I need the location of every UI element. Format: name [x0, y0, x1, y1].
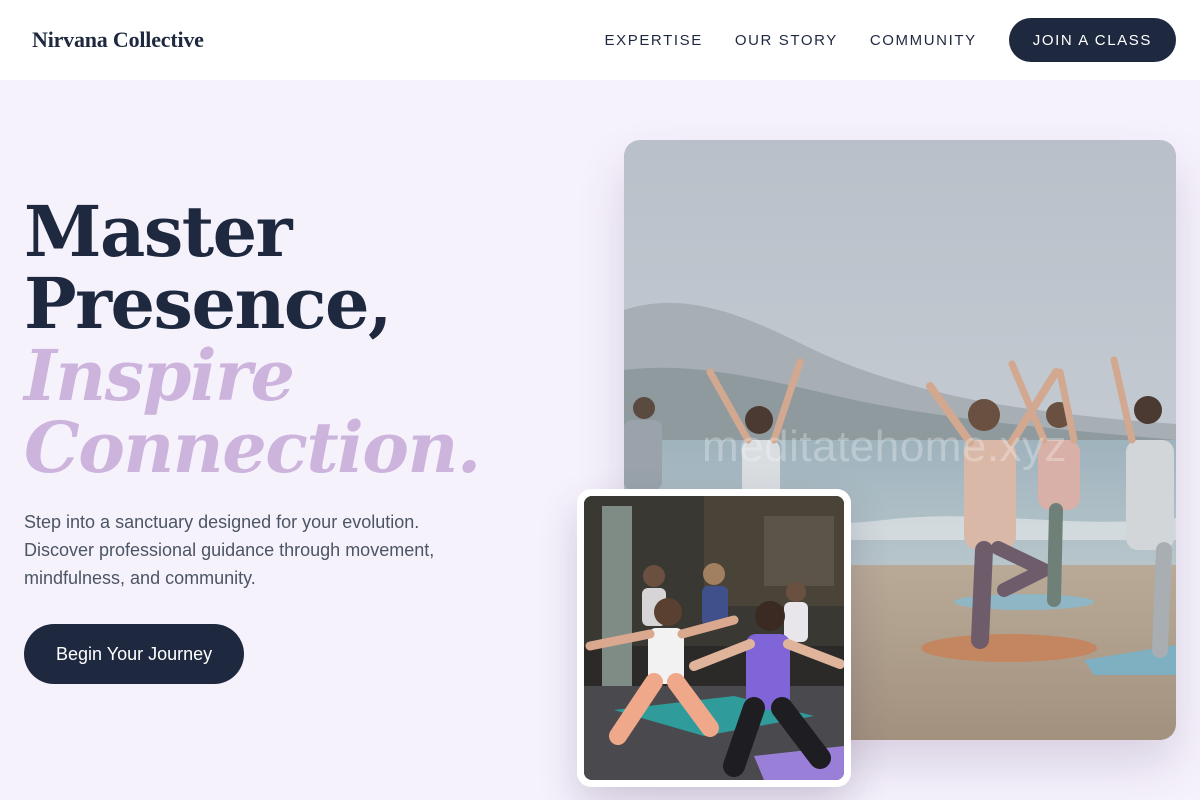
hero-accent-line-1: Inspire — [24, 334, 295, 417]
hero-title-line-2: Presence, — [24, 262, 392, 345]
hero-accent-line-2: Connection. — [24, 406, 481, 489]
nav-link-community[interactable]: COMMUNITY — [870, 32, 977, 49]
hero-section: Master Presence, Inspire Connection. Ste… — [24, 196, 544, 592]
studio-yoga-illustration — [584, 496, 844, 780]
hero-description: Step into a sanctuary designed for your … — [24, 512, 435, 588]
nav-link-our-story[interactable]: OUR STORY — [735, 32, 838, 49]
join-class-button[interactable]: JOIN A CLASS — [1008, 18, 1176, 62]
main-nav: EXPERTISE OUR STORY COMMUNITY JOIN A CLA… — [605, 18, 1176, 62]
image-watermark: meditatehome.xyz — [702, 422, 1068, 471]
hero-title-line-1: Master — [24, 190, 293, 273]
studio-yoga-image-card — [577, 489, 851, 787]
nav-link-expertise[interactable]: EXPERTISE — [605, 32, 703, 49]
studio-yoga-image — [584, 496, 844, 780]
begin-journey-button[interactable]: Begin Your Journey — [24, 624, 245, 684]
site-header: Nirvana Collective EXPERTISE OUR STORY C… — [0, 0, 1200, 80]
hero-title: Master Presence, Inspire Connection. — [24, 196, 544, 484]
brand-logo[interactable]: Nirvana Collective — [32, 27, 204, 53]
